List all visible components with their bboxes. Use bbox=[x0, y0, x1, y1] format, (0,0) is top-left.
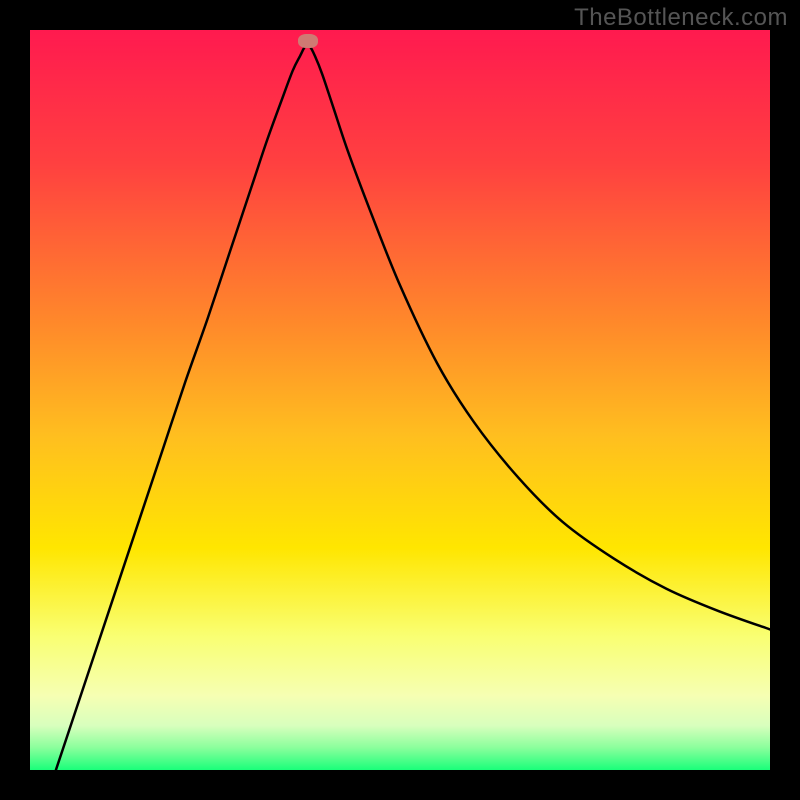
plot-area bbox=[30, 30, 770, 770]
chart-frame: TheBottleneck.com bbox=[0, 0, 800, 800]
plot-background bbox=[30, 30, 770, 770]
plot-svg bbox=[30, 30, 770, 770]
bottleneck-marker bbox=[298, 34, 318, 48]
watermark-text: TheBottleneck.com bbox=[574, 4, 788, 32]
